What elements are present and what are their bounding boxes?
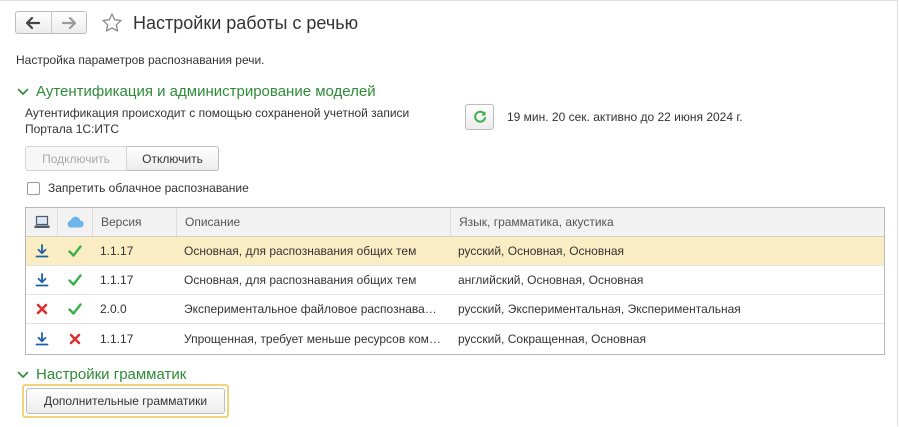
extra-grammars-focus-frame: Дополнительные грамматики [22, 384, 229, 418]
description-cell: Основная, для распознавания общих тем [184, 273, 417, 287]
chevron-down-icon [17, 88, 29, 95]
language-cell: английский, Основная, Основная [458, 273, 644, 287]
local-status [26, 266, 57, 294]
refresh-icon [473, 110, 486, 123]
column-version[interactable]: Версия [92, 208, 176, 236]
auth-section-header[interactable]: Аутентификация и администрирование модел… [17, 83, 376, 100]
column-language[interactable]: Язык, грамматика, акустика [450, 208, 884, 236]
auth-section-title: Аутентификация и администрирование модел… [36, 83, 376, 100]
computer-icon [34, 215, 49, 228]
disable-cloud-checkbox[interactable] [27, 181, 40, 195]
grammar-section-header[interactable]: Настройки грамматик [17, 366, 186, 383]
description-cell: Упрощенная, требует меньше ресурсов комп… [184, 331, 442, 346]
star-icon[interactable] [101, 12, 123, 34]
chevron-down-icon [17, 371, 29, 378]
disconnect-button[interactable]: Отключить [127, 146, 219, 171]
cloud-status [57, 237, 92, 265]
connect-button[interactable]: Подключить [25, 146, 127, 171]
version-cell: 1.1.17 [100, 331, 134, 346]
auth-status-text: 19 мин. 20 сек. активно до 22 июня 2024 … [507, 110, 743, 124]
cloud-status [57, 295, 92, 323]
language-cell: русский, Экспериментальная, Эксперимента… [458, 302, 741, 316]
grammar-section-title: Настройки грамматик [36, 366, 187, 383]
description-cell: Основная, для распознавания общих тем [184, 244, 417, 258]
table-row[interactable]: 1.1.17 Основная, для распознавания общих… [26, 266, 884, 295]
version-cell: 1.1.17 [100, 273, 134, 287]
forward-button[interactable] [50, 12, 87, 33]
local-status [26, 295, 57, 323]
auth-description: Аутентификация происходит с помощью сохр… [25, 106, 410, 136]
column-cloud[interactable] [57, 208, 92, 236]
language-cell: русский, Основная, Основная [458, 244, 625, 258]
cloud-icon [67, 216, 84, 228]
download-icon [35, 273, 48, 287]
download-icon [35, 331, 48, 345]
column-local[interactable] [26, 208, 57, 236]
top-bar: Настройки работы с речью [0, 0, 899, 44]
models-table: Версия Описание Язык, грамматика, акусти… [25, 207, 885, 355]
description-cell: Экспериментальное файловое распознавание [184, 302, 442, 316]
arrow-right-icon [61, 16, 76, 29]
page-subtitle: Настройка параметров распознавания речи. [16, 53, 265, 67]
language-cell: русский, Сокращенная, Основная [458, 331, 646, 346]
extra-grammars-button[interactable]: Дополнительные грамматики [26, 388, 225, 414]
disable-cloud-label: Запретить облачное распознавание [48, 181, 249, 195]
version-cell: 1.1.17 [100, 244, 134, 258]
page-title: Настройки работы с речью [133, 13, 359, 33]
local-status [26, 324, 57, 353]
table-row[interactable]: 2.0.0 Экспериментальное файловое распозн… [26, 295, 884, 324]
disable-cloud-checkbox-row[interactable]: Запретить облачное распознавание [27, 181, 249, 195]
check-icon [67, 303, 82, 315]
cross-icon [69, 333, 80, 344]
refresh-button[interactable] [465, 104, 494, 130]
cross-icon [36, 303, 47, 315]
arrow-left-icon [26, 16, 41, 29]
connection-buttons: Подключить Отключить [25, 146, 219, 171]
check-icon [67, 245, 82, 257]
download-icon [35, 244, 48, 258]
back-button[interactable] [16, 12, 51, 33]
version-cell: 2.0.0 [100, 302, 127, 316]
table-row[interactable]: 1.1.17 Основная, для распознавания общих… [26, 237, 884, 266]
column-description[interactable]: Описание [176, 208, 450, 236]
local-status [26, 237, 57, 265]
check-icon [67, 274, 82, 286]
table-header: Версия Описание Язык, грамматика, акусти… [26, 208, 884, 237]
cloud-status [57, 266, 92, 294]
cloud-status [57, 324, 92, 353]
navigation-buttons [15, 11, 87, 34]
table-row[interactable]: 1.1.17 Упрощенная, требует меньше ресурс… [26, 324, 884, 353]
